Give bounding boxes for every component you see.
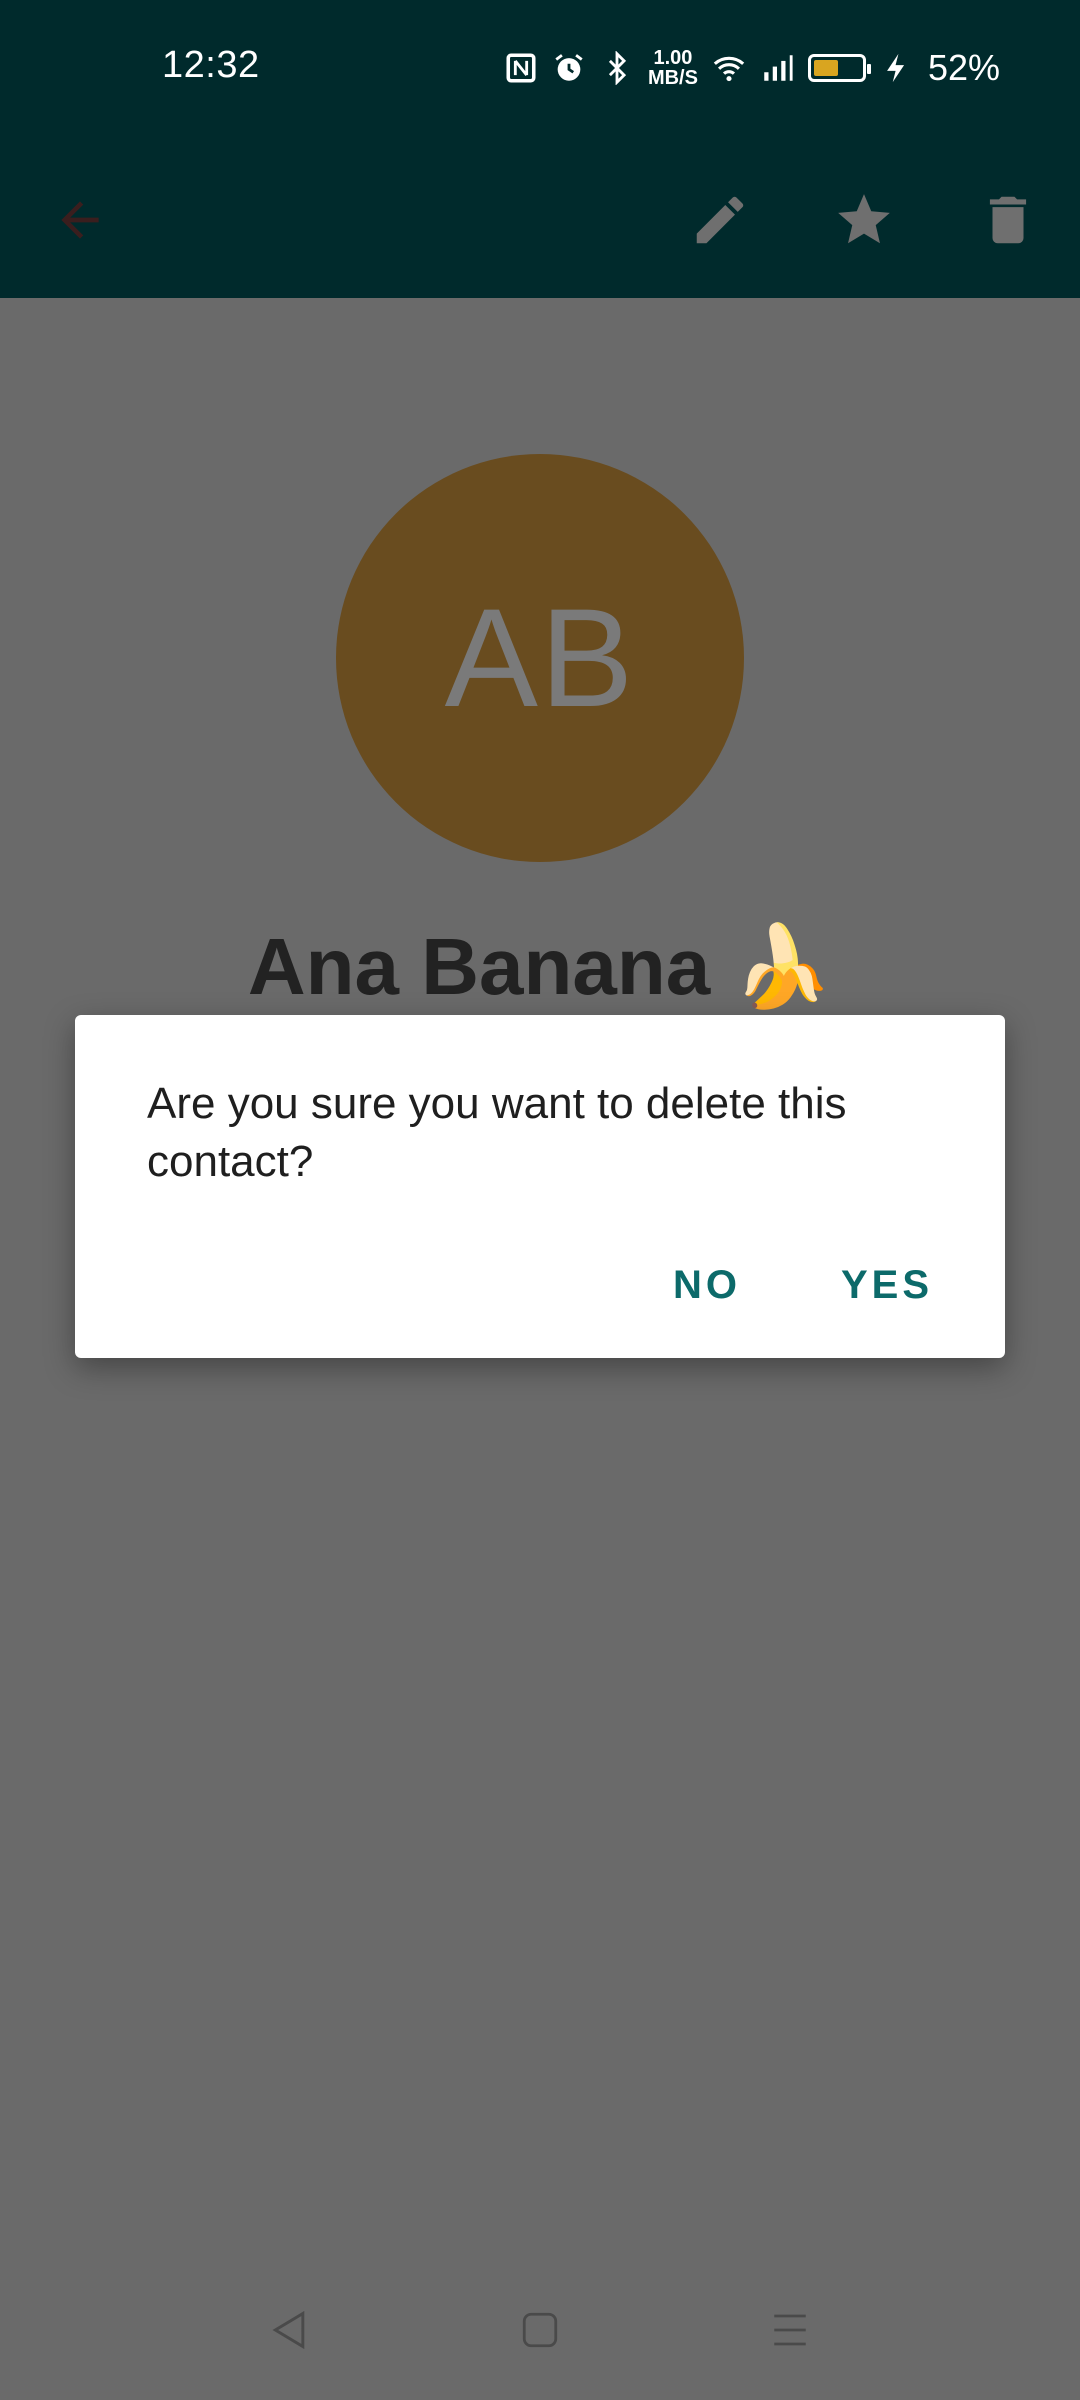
favorite-button[interactable] [814, 170, 914, 270]
nfc-icon [506, 53, 536, 83]
edit-button[interactable] [670, 170, 770, 270]
star-icon [838, 194, 890, 244]
back-triangle-icon [272, 2310, 305, 2350]
delete-button[interactable] [958, 170, 1058, 270]
alarm-icon [555, 54, 583, 81]
avatar: AB [336, 454, 744, 862]
dialog-actions: NO YES [673, 1263, 933, 1308]
charging-icon [887, 53, 905, 83]
nav-home-button[interactable] [490, 2280, 590, 2380]
app-bar [0, 140, 1080, 298]
dialog-message: Are you sure you want to delete this con… [147, 1079, 847, 1186]
recents-menu-icon [774, 2314, 806, 2346]
net-speed: 1.00 MB/S [648, 48, 698, 88]
status-time: 12:32 [162, 44, 260, 86]
net-speed-unit: MB/S [647, 67, 698, 89]
yes-button[interactable]: YES [841, 1263, 933, 1308]
navigation-bar [0, 2260, 1080, 2400]
back-button[interactable] [30, 170, 130, 270]
delete-confirm-dialog: Are you sure you want to delete this con… [75, 1015, 1005, 1358]
edit-icon [696, 196, 744, 244]
battery-icon [807, 54, 871, 82]
bluetooth-icon [608, 51, 627, 85]
wifi-icon [713, 56, 745, 82]
delete-icon [989, 196, 1027, 244]
battery-percent: 52% [927, 47, 1000, 88]
signal-icon [764, 55, 793, 81]
nav-back-button[interactable] [240, 2280, 340, 2380]
no-button[interactable]: NO [673, 1263, 741, 1308]
back-arrow-icon [61, 201, 99, 239]
status-icons: 1.00 MB/S 52% [504, 44, 1000, 92]
nav-recents-button[interactable] [740, 2280, 840, 2380]
home-square-icon [522, 2312, 558, 2348]
contact-name: Ana Banana 🍌 [247, 922, 833, 1011]
avatar-initials: AB [444, 579, 636, 736]
status-bar: 12:32 1.00 MB/S 52% [0, 0, 1080, 140]
net-speed-value: 1.00 [653, 47, 693, 69]
battery-fill [813, 60, 838, 76]
